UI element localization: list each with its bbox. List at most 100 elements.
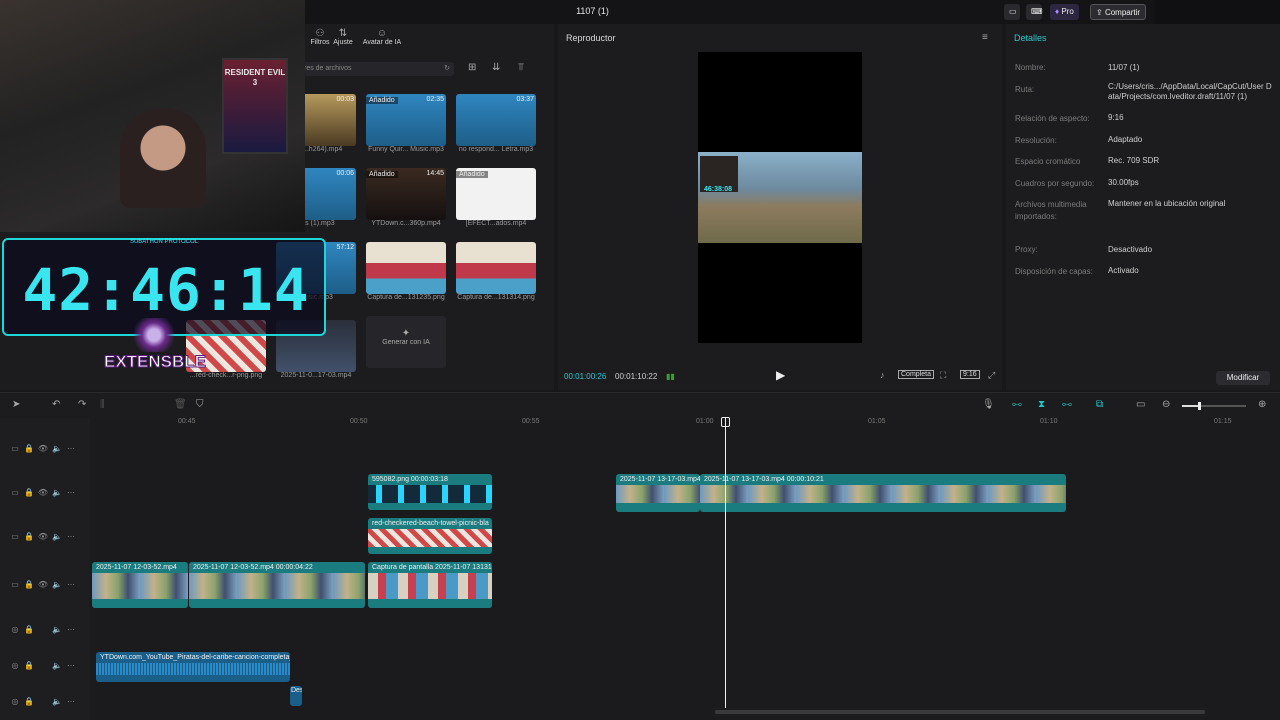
speaker-icon[interactable]: 🔈: [50, 661, 64, 670]
fullscreen-icon[interactable]: ⤢: [988, 370, 995, 381]
snapshot-icon[interactable]: ⛶: [940, 370, 946, 381]
share-label: Compartir: [1104, 8, 1141, 17]
snap-icon[interactable]: ⧟: [1062, 399, 1072, 410]
media-item[interactable]: Captura de...131235.png: [366, 242, 446, 301]
pro-button[interactable]: ♦ Pro: [1050, 4, 1079, 20]
media-thumbnail: Añadido 02:35: [366, 94, 446, 146]
generate-ai-button[interactable]: ✦ Generar con IA: [366, 316, 446, 368]
speaker-icon[interactable]: 🔈: [50, 697, 64, 706]
png-clip[interactable]: 595082.png 00:00:03:18: [368, 474, 492, 510]
search-input[interactable]: res de archivos ↻: [300, 62, 454, 76]
modify-button[interactable]: Modificar: [1216, 371, 1270, 385]
detail-value: C:/Users/cris.../AppData/Local/CapCut/Us…: [1108, 82, 1272, 101]
audio-track-icon[interactable]: ◎: [8, 661, 22, 670]
keyboard-icon[interactable]: ⌨: [1026, 4, 1043, 20]
more-icon[interactable]: ⋯: [64, 488, 78, 497]
beach-clip[interactable]: red-checkered-beach-towel-picnic-bla: [368, 518, 492, 554]
media-item[interactable]: Captura de...131314.png: [456, 242, 536, 301]
select-tool-icon[interactable]: ➤: [12, 399, 20, 410]
media-caption: no respond... Letra.mp3: [458, 146, 534, 153]
filter-icon[interactable]: ⫪: [518, 62, 524, 73]
layout-icon[interactable]: ▭: [1004, 4, 1020, 20]
audio-track-icon[interactable]: ◎: [8, 625, 22, 634]
eye-icon[interactable]: 👁: [36, 532, 50, 541]
caption-icon[interactable]: ▭: [1136, 399, 1145, 410]
main-clip-a[interactable]: 2025-11-07 12-03-52.mp4: [92, 562, 188, 608]
media-item[interactable]: 03:37 no respond... Letra.mp3: [456, 94, 536, 153]
tab-ai-avatar[interactable]: ☺ Avatar de IA: [360, 28, 404, 46]
sort-icon[interactable]: ⇊: [492, 62, 500, 73]
demon-mascot-icon: [129, 318, 179, 352]
delete-icon[interactable]: 🗑: [174, 399, 187, 410]
grid-view-icon[interactable]: ⊞: [468, 62, 476, 73]
tab-adjust[interactable]: ⇅ Ajuste: [328, 28, 358, 46]
more-icon[interactable]: ⋯: [64, 532, 78, 541]
share-button[interactable]: ⇪ Compartir: [1090, 4, 1147, 20]
preview-axis-icon[interactable]: ⧉: [1096, 399, 1103, 410]
lock-icon[interactable]: 🔒: [22, 444, 36, 453]
track-header: ◎ 🔒 🔈 ⋯: [8, 696, 78, 710]
lock-icon[interactable]: 🔒: [22, 580, 36, 589]
microphone-icon[interactable]: 🎙: [982, 399, 995, 410]
audio-track-icon[interactable]: ◎: [8, 697, 22, 706]
menu-icon[interactable]: ≡: [982, 32, 988, 43]
detail-label: Relación de aspecto:: [1015, 114, 1090, 123]
main-clip-b[interactable]: 2025-11-07 12-03-52.mp4 00:00:04:22: [189, 562, 365, 608]
magnet-icon[interactable]: ⧗: [1038, 399, 1045, 410]
lock-icon[interactable]: 🔒: [22, 532, 36, 541]
more-icon[interactable]: ⋯: [64, 625, 78, 634]
redo-icon[interactable]: ↷: [78, 399, 86, 410]
zoom-slider[interactable]: [1182, 402, 1246, 410]
speaker-icon[interactable]: 🔈: [50, 625, 64, 634]
split-icon[interactable]: ⫼: [100, 399, 105, 410]
media-item[interactable]: Añadido 02:35 Funny Quir... Music.mp3: [366, 94, 446, 153]
lock-icon[interactable]: 🔒: [22, 488, 36, 497]
zoom-out-icon[interactable]: ⊖: [1162, 399, 1170, 410]
track-toggle-icon[interactable]: ▭: [8, 532, 22, 541]
top-clip-a[interactable]: 2025-11-07 13-17-03.mp4: [616, 474, 700, 512]
ruler-tick: 00:55: [522, 418, 540, 425]
top-clip-b[interactable]: 2025-11-07 13-17-03.mp4 00:00:10:21: [700, 474, 1066, 512]
speaker-icon[interactable]: 🔈: [50, 444, 64, 453]
undo-icon[interactable]: ↶: [52, 399, 60, 410]
audio-clip[interactable]: YTDown.com_YouTube_Piratas-del-caribe-ca…: [96, 652, 290, 682]
track-header: ▭ 🔒 👁 🔈 ⋯: [8, 531, 78, 545]
more-icon[interactable]: ⋯: [64, 444, 78, 453]
quality-selector[interactable]: Completa: [898, 370, 934, 379]
speaker-icon[interactable]: 🔈: [50, 580, 64, 589]
detail-value: Activado: [1108, 266, 1139, 275]
clip-label: 2025-11-07 13-17-03.mp4: [620, 476, 700, 483]
media-item[interactable]: Añadido [EFECT...ados.mp4: [456, 168, 536, 227]
track-toggle-icon[interactable]: ▭: [8, 580, 22, 589]
playhead[interactable]: [725, 418, 726, 708]
track-toggle-icon[interactable]: ▭: [8, 488, 22, 497]
playhead-handle[interactable]: [721, 417, 730, 427]
detail-label: Disposición de capas:: [1015, 267, 1093, 276]
lock-icon[interactable]: 🔒: [22, 697, 36, 706]
eye-icon[interactable]: 👁: [36, 488, 50, 497]
zoom-in-icon[interactable]: ⊕: [1258, 399, 1266, 410]
eye-icon[interactable]: 👁: [36, 444, 50, 453]
media-item[interactable]: Añadido 14:45 YTDown.c...360p.mp4: [366, 168, 446, 227]
refresh-icon[interactable]: ↻: [444, 62, 450, 76]
capture-clip[interactable]: Captura de pantalla 2025-11-07 131314.: [368, 562, 492, 608]
eye-icon[interactable]: 👁: [36, 580, 50, 589]
zoom-handle[interactable]: [1198, 402, 1201, 410]
speaker-icon[interactable]: 🔈: [50, 532, 64, 541]
ratio-selector[interactable]: 9:16: [960, 370, 980, 379]
track-toggle-icon[interactable]: ▭: [8, 444, 22, 453]
tiktok-icon[interactable]: ♪: [880, 370, 885, 380]
horizontal-scrollbar[interactable]: [715, 710, 1205, 714]
more-icon[interactable]: ⋯: [64, 661, 78, 670]
more-icon[interactable]: ⋯: [64, 580, 78, 589]
added-badge: Añadido: [366, 97, 398, 104]
play-button[interactable]: ▶: [776, 368, 785, 382]
time-ruler[interactable]: 00:45 00:50 00:55 01:00 01:05 01:10 01:1…: [90, 418, 1280, 430]
lock-icon[interactable]: 🔒: [22, 625, 36, 634]
lock-icon[interactable]: 🔒: [22, 661, 36, 670]
shield-icon[interactable]: ⛉: [196, 399, 204, 410]
link-icon[interactable]: ⧟: [1012, 399, 1022, 410]
speaker-icon[interactable]: 🔈: [50, 488, 64, 497]
more-icon[interactable]: ⋯: [64, 697, 78, 706]
small-audio-clip[interactable]: Des: [290, 686, 302, 706]
